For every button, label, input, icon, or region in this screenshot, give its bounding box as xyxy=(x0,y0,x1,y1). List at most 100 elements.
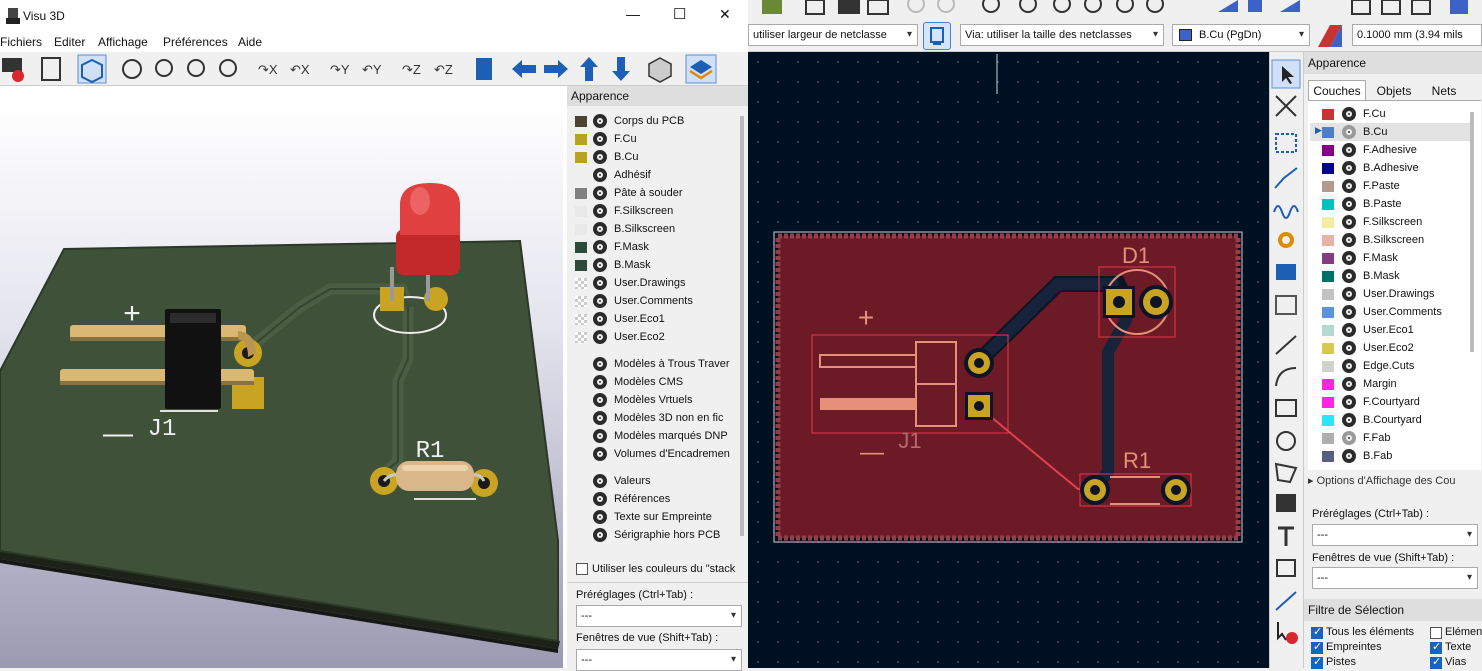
v3d-layer-row[interactable]: Modèles à Trous Traver xyxy=(567,355,739,373)
v3d-layer-row[interactable]: Modèles Vrtuels xyxy=(567,391,739,409)
eye-icon[interactable] xyxy=(1342,197,1356,211)
layer-color-swatch[interactable] xyxy=(575,152,587,163)
pcb-layer-row[interactable]: B.Silkscreen xyxy=(1308,231,1481,249)
v3d-layer-row[interactable]: B.Silkscreen xyxy=(567,220,739,238)
eye-icon[interactable] xyxy=(593,132,607,146)
group-icon[interactable] xyxy=(1351,0,1371,15)
v3d-layer-row[interactable]: Corps du PCB xyxy=(567,112,739,130)
zoom-out-icon[interactable] xyxy=(1084,0,1102,13)
layer-color-swatch[interactable] xyxy=(1322,199,1334,210)
pcb-viewports-select[interactable]: --- ▾ xyxy=(1312,567,1478,589)
viewer-3d-titlebar[interactable]: Visu 3D — ☐ ✕ xyxy=(0,0,748,32)
pcb-layer-row[interactable]: F.Paste xyxy=(1308,177,1481,195)
add-via-icon[interactable] xyxy=(1278,232,1294,248)
layers-scrollbar[interactable] xyxy=(1470,112,1474,352)
rotate-x-ccw-icon[interactable]: ↶X xyxy=(290,62,310,77)
print-icon[interactable] xyxy=(838,0,860,14)
layer-color-swatch[interactable] xyxy=(1322,253,1334,264)
v3d-layer-row[interactable]: Modèles marqués DNP xyxy=(567,427,739,445)
eye-icon[interactable] xyxy=(593,276,607,290)
zoom-in-icon[interactable] xyxy=(1053,0,1071,13)
zoom-objects-icon[interactable] xyxy=(1146,0,1164,13)
pcb-layer-row[interactable]: F.Silkscreen xyxy=(1308,213,1481,231)
zoom-out-icon[interactable] xyxy=(187,59,205,77)
display-options-toggle[interactable]: ▸ Options d'Affichage des Cou xyxy=(1308,474,1455,487)
pcb-layer-row[interactable]: F.Cu xyxy=(1308,105,1481,123)
delete-tool-icon[interactable] xyxy=(1277,622,1287,641)
layer-color-swatch[interactable] xyxy=(1322,217,1334,228)
eye-icon[interactable] xyxy=(593,294,607,308)
stackup-colors-checkbox[interactable] xyxy=(576,563,588,575)
v3d-layer-row[interactable]: User.Eco1 xyxy=(567,310,739,328)
pcb-layer-row[interactable]: B.Paste xyxy=(1308,195,1481,213)
v3d-layer-row[interactable]: B.Mask xyxy=(567,256,739,274)
eye-icon[interactable] xyxy=(1342,395,1356,409)
find-icon[interactable] xyxy=(982,0,1000,13)
eye-icon[interactable] xyxy=(593,474,607,488)
eye-icon[interactable] xyxy=(593,510,607,524)
rotate-z-cw-icon[interactable]: ↷Z xyxy=(402,62,421,77)
tune-length-icon[interactable] xyxy=(1273,205,1299,219)
eye-icon[interactable] xyxy=(1342,233,1356,247)
pcb-layer-row[interactable]: F.Fab xyxy=(1308,429,1481,447)
layer-color-swatch[interactable] xyxy=(575,188,587,199)
pcb-layer-row[interactable]: B.Mask xyxy=(1308,267,1481,285)
v3d-layer-row[interactable]: Modèles 3D non en fic xyxy=(567,409,739,427)
layer-color-swatch[interactable] xyxy=(1322,235,1334,246)
v3d-layer-row[interactable]: Sérigraphie hors PCB xyxy=(567,526,739,544)
layer-color-swatch[interactable] xyxy=(575,332,587,343)
add-dimension-icon[interactable] xyxy=(1275,591,1297,611)
layer-color-swatch[interactable] xyxy=(1322,361,1334,372)
layer-color-swatch[interactable] xyxy=(1322,127,1334,138)
move-left-icon[interactable] xyxy=(512,60,536,78)
minimize-button[interactable]: — xyxy=(626,6,640,22)
layer-color-swatch[interactable] xyxy=(575,260,587,271)
v3d-presets-select[interactable]: --- ▾ xyxy=(576,605,742,627)
eye-icon[interactable] xyxy=(1342,269,1356,283)
draw-rectangle-icon[interactable] xyxy=(1275,399,1297,417)
pcb-layer-row[interactable]: User.Eco1 xyxy=(1308,321,1481,339)
pcb-layer-row[interactable]: Margin xyxy=(1308,375,1481,393)
layer-color-swatch[interactable] xyxy=(575,134,587,145)
eye-icon[interactable] xyxy=(1342,323,1356,337)
pcb-layer-row[interactable]: F.Adhesive xyxy=(1308,141,1481,159)
filter-vias-checkbox[interactable] xyxy=(1430,655,1442,669)
eye-icon[interactable] xyxy=(593,492,607,506)
draw-line-icon[interactable] xyxy=(1275,335,1297,355)
eye-icon[interactable] xyxy=(1342,179,1356,193)
eye-icon[interactable] xyxy=(1342,287,1356,301)
filter-tracks-checkbox[interactable] xyxy=(1311,655,1323,669)
track-width-select[interactable]: utiliser largeur de netclasse ▾ xyxy=(748,24,918,46)
filter-element-checkbox[interactable] xyxy=(1430,627,1442,639)
layer-color-swatch[interactable] xyxy=(1322,289,1334,300)
layer-color-swatch[interactable] xyxy=(1322,451,1334,462)
layer-color-swatch[interactable] xyxy=(1322,343,1334,354)
redo-icon[interactable] xyxy=(937,0,955,13)
refresh-icon[interactable] xyxy=(1019,0,1037,13)
v3d-layer-row[interactable]: Volumes d'Encadremen xyxy=(567,445,739,463)
v3d-layer-row[interactable]: B.Cu xyxy=(567,148,739,166)
v3d-layer-row[interactable]: F.Cu xyxy=(567,130,739,148)
drc-icon[interactable] xyxy=(762,0,782,14)
layer-color-swatch[interactable] xyxy=(575,296,587,307)
rotate-y-cw-icon[interactable]: ↷Y xyxy=(330,62,350,77)
rotate-icon[interactable] xyxy=(1218,0,1238,12)
pcb-canvas[interactable]: + — J1 D1 R1 xyxy=(748,52,1269,668)
layer-pair-icon[interactable] xyxy=(1316,23,1344,49)
maximize-button[interactable]: ☐ xyxy=(673,5,686,23)
lock-icon[interactable] xyxy=(1411,0,1431,15)
v3d-layer-row[interactable]: Adhésif xyxy=(567,166,739,184)
layer-color-swatch[interactable] xyxy=(1322,271,1334,282)
add-textbox-icon[interactable] xyxy=(1276,559,1296,577)
v3d-layers-scrollbar[interactable] xyxy=(740,116,744,536)
mirror-icon[interactable] xyxy=(1280,0,1300,12)
layer-color-swatch[interactable] xyxy=(575,242,587,253)
menu-editer[interactable]: Editer xyxy=(54,35,85,49)
layer-color-swatch[interactable] xyxy=(1322,145,1334,156)
v3d-layer-row[interactable]: User.Comments xyxy=(567,292,739,310)
track-width-button[interactable] xyxy=(923,22,951,50)
layer-color-swatch[interactable] xyxy=(575,278,587,289)
ungroup-icon[interactable] xyxy=(1381,0,1401,15)
draw-arc-icon[interactable] xyxy=(1275,367,1297,387)
layer-color-swatch[interactable] xyxy=(575,116,587,127)
